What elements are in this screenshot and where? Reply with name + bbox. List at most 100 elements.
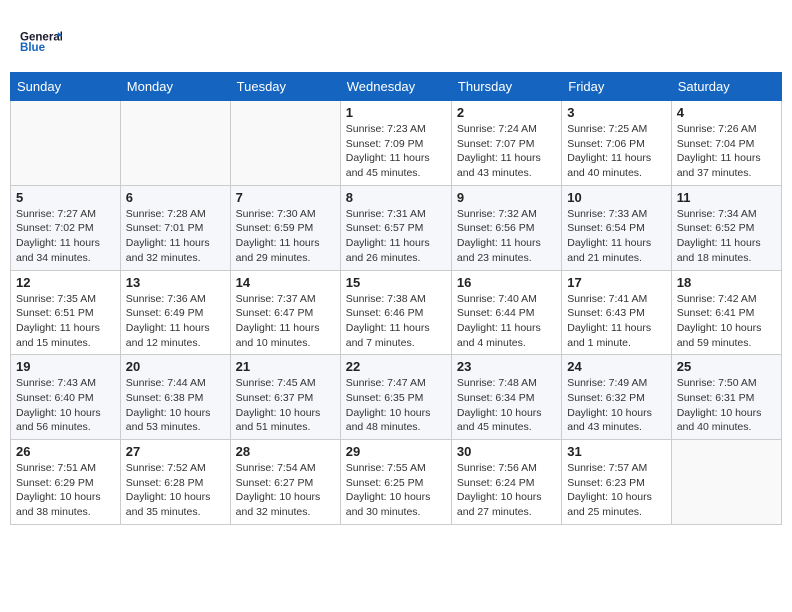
day-info: Daylight: 10 hours and 40 minutes.: [677, 406, 776, 435]
day-info: Sunrise: 7:48 AM: [457, 376, 556, 391]
day-info: Sunrise: 7:35 AM: [16, 292, 115, 307]
day-number: 5: [16, 190, 115, 205]
day-number: 15: [346, 275, 446, 290]
day-info: Sunrise: 7:32 AM: [457, 207, 556, 222]
day-info: Sunset: 7:07 PM: [457, 137, 556, 152]
day-number: 30: [457, 444, 556, 459]
weekday-header-saturday: Saturday: [671, 73, 781, 101]
weekday-header-thursday: Thursday: [451, 73, 561, 101]
day-info: Sunset: 6:41 PM: [677, 306, 776, 321]
day-info: Sunrise: 7:30 AM: [236, 207, 335, 222]
day-info: Sunrise: 7:50 AM: [677, 376, 776, 391]
day-number: 26: [16, 444, 115, 459]
day-info: Sunset: 6:29 PM: [16, 476, 115, 491]
day-info: Sunset: 6:56 PM: [457, 221, 556, 236]
day-info: Sunrise: 7:56 AM: [457, 461, 556, 476]
day-info: Sunset: 6:32 PM: [567, 391, 665, 406]
day-number: 3: [567, 105, 665, 120]
day-info: Sunrise: 7:41 AM: [567, 292, 665, 307]
calendar-cell: [230, 101, 340, 186]
calendar-cell: [11, 101, 121, 186]
day-info: Sunset: 6:47 PM: [236, 306, 335, 321]
day-info: Daylight: 11 hours and 37 minutes.: [677, 151, 776, 180]
weekday-header-monday: Monday: [120, 73, 230, 101]
calendar-cell: 18Sunrise: 7:42 AMSunset: 6:41 PMDayligh…: [671, 270, 781, 355]
day-info: Sunset: 6:28 PM: [126, 476, 225, 491]
day-info: Daylight: 11 hours and 29 minutes.: [236, 236, 335, 265]
calendar-cell: 7 Sunrise: 7:30 AMSunset: 6:59 PMDaylight…: [230, 185, 340, 270]
day-info: Sunset: 7:01 PM: [126, 221, 225, 236]
day-info: Sunrise: 7:38 AM: [346, 292, 446, 307]
calendar-cell: 23Sunrise: 7:48 AMSunset: 6:34 PMDayligh…: [451, 355, 561, 440]
day-info: Daylight: 11 hours and 15 minutes.: [16, 321, 115, 350]
day-info: Sunset: 6:51 PM: [16, 306, 115, 321]
day-info: Sunset: 6:27 PM: [236, 476, 335, 491]
day-info: Daylight: 11 hours and 32 minutes.: [126, 236, 225, 265]
day-info: Daylight: 10 hours and 32 minutes.: [236, 490, 335, 519]
day-info: Sunset: 6:57 PM: [346, 221, 446, 236]
day-info: Sunset: 6:31 PM: [677, 391, 776, 406]
day-info: Daylight: 11 hours and 40 minutes.: [567, 151, 665, 180]
day-info: Sunset: 6:46 PM: [346, 306, 446, 321]
day-info: Daylight: 11 hours and 1 minute.: [567, 321, 665, 350]
day-number: 13: [126, 275, 225, 290]
calendar-cell: 11Sunrise: 7:34 AMSunset: 6:52 PMDayligh…: [671, 185, 781, 270]
calendar-week-5: 26 Sunrise: 7:51 AMSunset: 6:29 PM Dayligh…: [11, 440, 782, 525]
calendar-week-1: 1Sunrise: 7:23 AMSunset: 7:09 PMDaylight…: [11, 101, 782, 186]
calendar-cell: 19Sunrise: 7:43 AMSunset: 6:40 PMDayligh…: [11, 355, 121, 440]
calendar-week-2: 5Sunrise: 7:27 AMSunset: 7:02 PMDaylight…: [11, 185, 782, 270]
day-number: 6: [126, 190, 225, 205]
day-info: Sunrise: 7:28 AM: [126, 207, 225, 222]
day-number: 4: [677, 105, 776, 120]
day-number: 9: [457, 190, 556, 205]
calendar-cell: 27Sunrise: 7:52 AMSunset: 6:28 PMDayligh…: [120, 440, 230, 525]
day-info: Daylight: 11 hours and 21 minutes.: [567, 236, 665, 265]
day-info: Daylight: 10 hours and 51 minutes.: [236, 406, 335, 435]
day-info: Daylight: 11 hours and 23 minutes.: [457, 236, 556, 265]
day-info: Sunset: 6:35 PM: [346, 391, 446, 406]
calendar-cell: 12 Sunrise: 7:35 AMSunset: 6:51 PMDayligh…: [11, 270, 121, 355]
calendar-cell: 21Sunrise: 7:45 AMSunset: 6:37 PMDayligh…: [230, 355, 340, 440]
calendar-cell: [120, 101, 230, 186]
calendar-cell: 20Sunrise: 7:44 AMSunset: 6:38 PMDayligh…: [120, 355, 230, 440]
day-info: Daylight: 10 hours and 48 minutes.: [346, 406, 446, 435]
calendar-cell: 31Sunrise: 7:57 AMSunset: 6:23 PMDayligh…: [562, 440, 671, 525]
calendar-cell: 16Sunrise: 7:40 AMSunset: 6:44 PMDayligh…: [451, 270, 561, 355]
day-number: 10: [567, 190, 665, 205]
day-number: 1: [346, 105, 446, 120]
day-info: Daylight: 10 hours and 56 minutes.: [16, 406, 115, 435]
day-number: 22: [346, 359, 446, 374]
day-number: 31: [567, 444, 665, 459]
calendar-header-row: SundayMondayTuesdayWednesdayThursdayFrid…: [11, 73, 782, 101]
day-info: Sunrise: 7:34 AM: [677, 207, 776, 222]
day-info: Daylight: 11 hours and 7 minutes.: [346, 321, 446, 350]
day-info: Sunset: 6:40 PM: [16, 391, 115, 406]
day-info: Sunrise: 7:42 AM: [677, 292, 776, 307]
day-info: Sunrise: 7:47 AM: [346, 376, 446, 391]
day-info: Sunset: 6:25 PM: [346, 476, 446, 491]
day-number: 7: [236, 190, 335, 205]
day-number: 21: [236, 359, 335, 374]
page-header: General Blue: [10, 10, 782, 67]
day-info: Sunrise: 7:43 AM: [16, 376, 115, 391]
day-info: Sunrise: 7:57 AM: [567, 461, 665, 476]
day-info: Sunset: 6:59 PM: [236, 221, 335, 236]
day-number: 12: [16, 275, 115, 290]
day-number: 18: [677, 275, 776, 290]
day-info: Sunrise: 7:51 AM: [16, 461, 115, 476]
day-info: Sunrise: 7:27 AM: [16, 207, 115, 222]
calendar-cell: 14Sunrise: 7:37 AMSunset: 6:47 PMDayligh…: [230, 270, 340, 355]
calendar-cell: 1Sunrise: 7:23 AMSunset: 7:09 PMDaylight…: [340, 101, 451, 186]
calendar-cell: 25Sunrise: 7:50 AMSunset: 6:31 PMDayligh…: [671, 355, 781, 440]
day-info: Sunrise: 7:31 AM: [346, 207, 446, 222]
calendar-cell: 28Sunrise: 7:54 AMSunset: 6:27 PMDayligh…: [230, 440, 340, 525]
day-info: Daylight: 11 hours and 18 minutes.: [677, 236, 776, 265]
day-info: Sunrise: 7:49 AM: [567, 376, 665, 391]
calendar-cell: 10Sunrise: 7:33 AMSunset: 6:54 PMDayligh…: [562, 185, 671, 270]
day-info: Sunrise: 7:26 AM: [677, 122, 776, 137]
day-info: Sunrise: 7:44 AM: [126, 376, 225, 391]
weekday-header-friday: Friday: [562, 73, 671, 101]
logo: General Blue: [20, 20, 66, 62]
day-info: Sunrise: 7:36 AM: [126, 292, 225, 307]
calendar-week-4: 19Sunrise: 7:43 AMSunset: 6:40 PMDayligh…: [11, 355, 782, 440]
